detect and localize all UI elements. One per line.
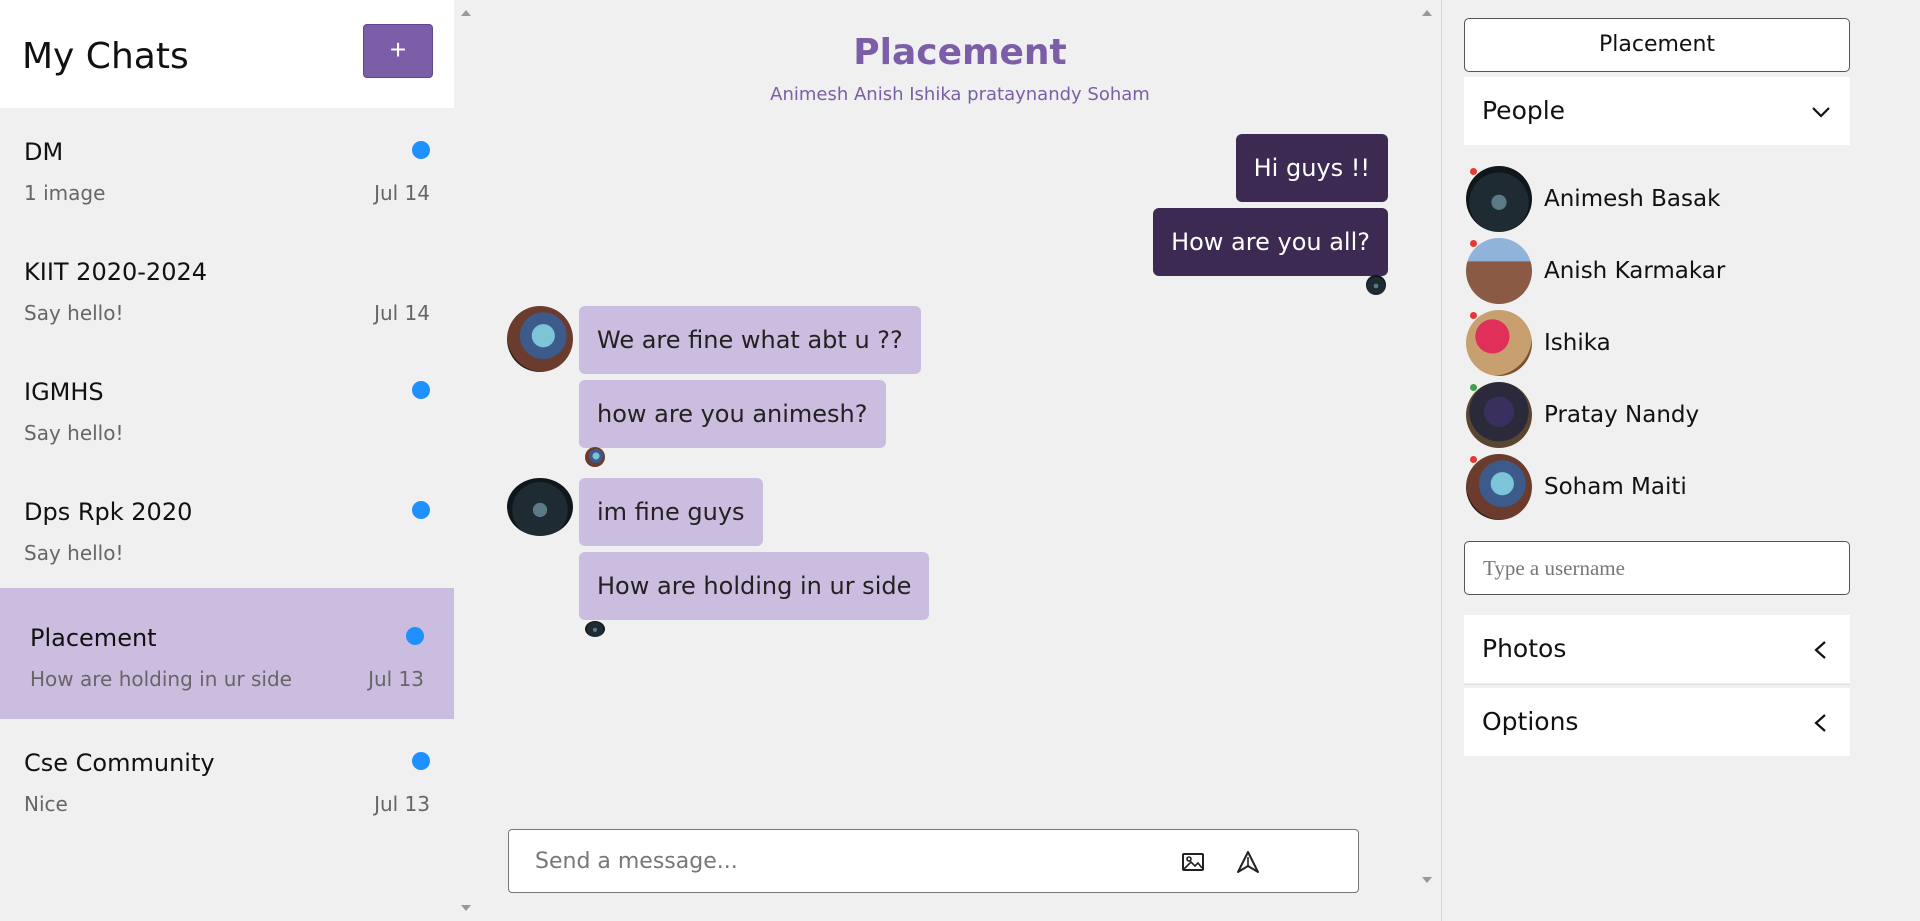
soham-avatar[interactable] (507, 306, 573, 372)
sidebar-title: My Chats (22, 36, 189, 77)
chat-date: Jul 13 (368, 667, 424, 691)
chat-preview: Nice (24, 792, 68, 816)
avatar (1466, 454, 1532, 520)
message-bubble: how are you animesh? (579, 380, 886, 448)
read-receipt-avatar (585, 447, 605, 467)
unread-dot (412, 501, 430, 519)
unread-dot (412, 141, 430, 159)
sidebar-header: My Chats + (0, 0, 454, 108)
chevron-down-icon (1810, 101, 1832, 123)
message-bubble: How are holding in ur side (579, 552, 930, 620)
group-info-panel: Placement People Animesh Basak Anish Kar… (1441, 0, 1920, 921)
chat-name: DM (24, 138, 64, 166)
person-name: Pratay Nandy (1544, 402, 1700, 428)
message-input[interactable] (535, 830, 1135, 892)
chat-item-igmhs[interactable]: IGMHS Say hello! (0, 348, 454, 468)
chevron-left-icon (1810, 712, 1832, 734)
chat-preview: Say hello! (24, 421, 124, 445)
scroll-up-icon[interactable] (1422, 10, 1432, 16)
sidebar-scrollbar[interactable] (454, 0, 479, 921)
message-bubble: We are fine what abt u ?? (579, 306, 921, 374)
person-item[interactable]: Ishika (1466, 310, 1846, 376)
image-icon[interactable] (1177, 846, 1209, 878)
chat-name: Dps Rpk 2020 (24, 498, 193, 526)
photos-label: Photos (1482, 634, 1567, 663)
message-bubble: How are you all? (1153, 208, 1388, 276)
chat-members: Animesh Anish Ishika prataynandy Soham (770, 84, 1150, 105)
person-item[interactable]: Animesh Basak (1466, 166, 1846, 232)
status-dot (1470, 456, 1477, 463)
chat-preview: 1 image (24, 181, 106, 205)
people-label: People (1482, 96, 1566, 125)
person-name: Animesh Basak (1544, 186, 1721, 212)
people-accordion[interactable]: People (1464, 77, 1850, 145)
options-accordion[interactable]: Options (1464, 688, 1850, 756)
chat-scrollbar[interactable] (1415, 0, 1440, 921)
chat-sidebar: My Chats + DM 1 image Jul 14 KIIT 2020-2… (0, 0, 479, 921)
group-name-button[interactable]: Placement (1464, 18, 1850, 72)
chat-date: Jul 13 (374, 792, 430, 816)
scroll-down-icon[interactable] (1422, 877, 1432, 883)
chat-title: Placement (853, 32, 1067, 73)
send-icon[interactable] (1232, 846, 1264, 878)
chat-preview: How are holding in ur side (30, 667, 292, 691)
chat-panel: Placement Animesh Anish Ishika prataynan… (480, 0, 1440, 921)
read-receipt-avatar (585, 621, 605, 637)
status-dot (1470, 240, 1477, 247)
message-bubble: Hi guys !! (1235, 134, 1388, 202)
divider (1464, 684, 1850, 685)
message-bubble: im fine guys (579, 478, 763, 546)
status-dot (1470, 168, 1477, 175)
chat-item-dps[interactable]: Dps Rpk 2020 Say hello! (0, 468, 454, 588)
chat-list: DM 1 image Jul 14 KIIT 2020-2024 Say hel… (0, 108, 454, 839)
status-dot (1470, 312, 1477, 319)
scroll-up-icon[interactable] (461, 10, 471, 16)
chat-item-cse[interactable]: Cse Community Nice Jul 13 (0, 719, 454, 839)
person-item[interactable]: Anish Karmakar (1466, 238, 1846, 304)
chat-date: Jul 14 (374, 181, 430, 205)
animesh-avatar[interactable] (507, 478, 573, 536)
unread-dot (412, 752, 430, 770)
avatar (1466, 382, 1532, 448)
chat-date: Jul 14 (374, 301, 430, 325)
avatar (1466, 166, 1532, 232)
avatar (1466, 310, 1532, 376)
chat-preview: Say hello! (24, 541, 124, 565)
chat-item-placement[interactable]: Placement How are holding in ur side Jul… (0, 588, 454, 719)
scroll-down-icon[interactable] (461, 905, 471, 911)
chat-item-dm[interactable]: DM 1 image Jul 14 (0, 108, 454, 228)
message-composer (508, 829, 1359, 893)
read-receipt-avatar (1366, 275, 1386, 295)
chat-name: KIIT 2020-2024 (24, 258, 207, 286)
person-item[interactable]: Soham Maiti (1466, 454, 1846, 520)
chat-app: My Chats + DM 1 image Jul 14 KIIT 2020-2… (0, 0, 1920, 921)
photos-accordion[interactable]: Photos (1464, 615, 1850, 683)
username-search-input[interactable] (1464, 541, 1850, 595)
status-dot (1470, 384, 1477, 391)
avatar (1466, 238, 1532, 304)
chat-name: Placement (30, 624, 157, 652)
person-item[interactable]: Pratay Nandy (1466, 382, 1846, 448)
unread-dot (412, 381, 430, 399)
options-label: Options (1482, 707, 1579, 736)
person-name: Soham Maiti (1544, 474, 1687, 500)
chat-name: Cse Community (24, 749, 215, 777)
person-name: Anish Karmakar (1544, 258, 1726, 284)
chat-preview: Say hello! (24, 301, 124, 325)
unread-dot (406, 627, 424, 645)
chat-item-kiit[interactable]: KIIT 2020-2024 Say hello! Jul 14 (0, 228, 454, 348)
new-group-chat-button[interactable]: + (363, 24, 433, 78)
person-name: Ishika (1544, 330, 1611, 356)
chevron-left-icon (1810, 639, 1832, 661)
chat-name: IGMHS (24, 378, 104, 406)
